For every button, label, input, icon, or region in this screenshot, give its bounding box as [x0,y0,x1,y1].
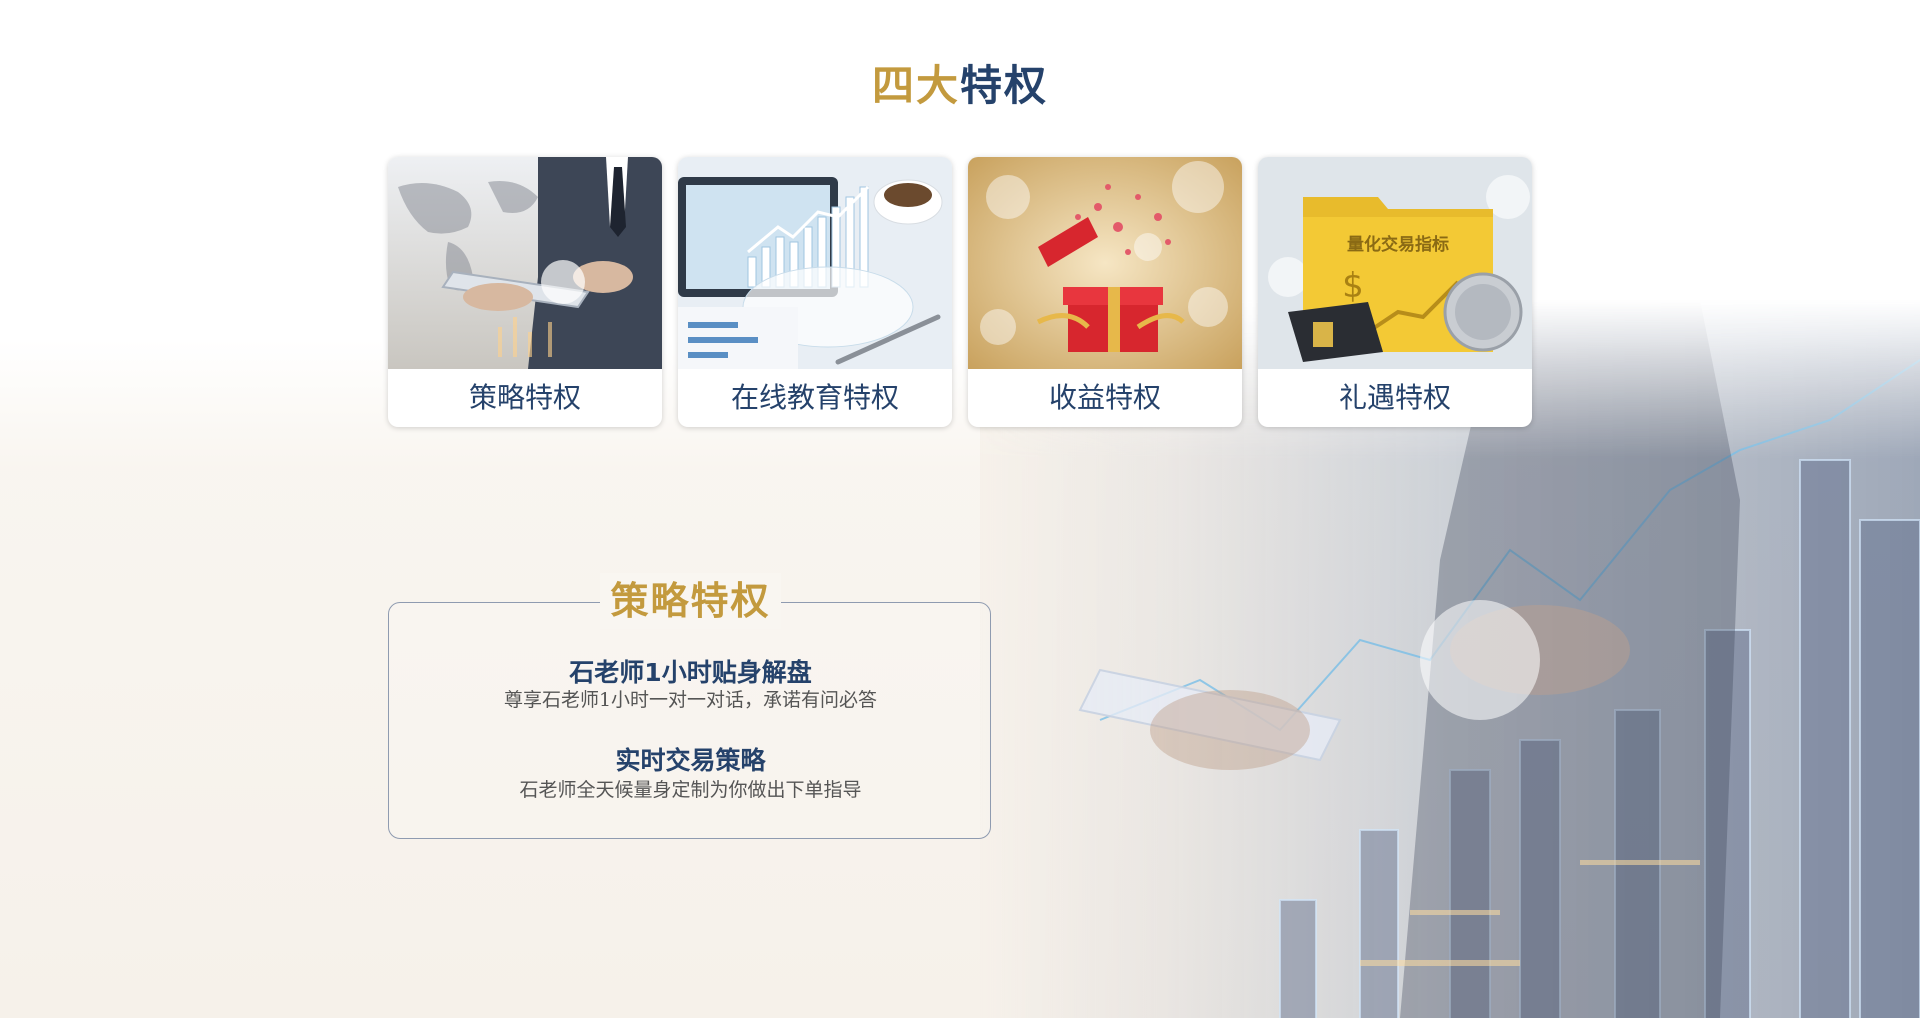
item-title-1: 石老师1小时贴身解盘 [569,658,812,687]
item-desc-2: 石老师全天候量身定制为你做出下单指导 [519,779,862,801]
section-heading: 四大特权 [0,52,1920,113]
card-online-education[interactable]: 在线教育特权 [678,157,952,427]
card-courtesy-image-text: 量化交易指标 [1347,234,1449,255]
panel-title: 策略特权 [389,573,992,629]
card-education-image [678,157,952,369]
card-strategy-image [388,157,662,369]
card-strategy-label: 策略特权 [468,381,581,414]
section-heading-part2: 特权 [960,61,1049,110]
card-courtesy-label: 礼遇特权 [1338,381,1451,414]
card-earnings-image [968,157,1242,369]
section-heading-part1: 四大 [871,61,960,110]
card-courtesy-image: 量化交易指标 $ [1258,157,1532,369]
card-courtesy[interactable]: 量化交易指标 $ 礼遇特权 [1258,157,1532,427]
strategy-detail-panel: 策略特权 石老师1小时贴身解盘 尊享石老师1小时一对一对话，承诺有问必答 实时交… [388,573,991,839]
privilege-cards: 策略特权 在线教育特权 收益特权 量化交易指标 $ 礼遇特权 [388,157,1532,427]
panel-title-text: 策略特权 [600,573,781,629]
card-earnings[interactable]: 收益特权 [968,157,1242,427]
item-title-2: 实时交易策略 [615,746,766,775]
svg-text:$: $ [1342,266,1364,306]
item-desc-1: 尊享石老师1小时一对一对话，承诺有问必答 [503,689,878,711]
card-education-label: 在线教育特权 [730,381,899,414]
card-strategy[interactable]: 策略特权 [388,157,662,427]
card-earnings-label: 收益特权 [1048,381,1161,414]
